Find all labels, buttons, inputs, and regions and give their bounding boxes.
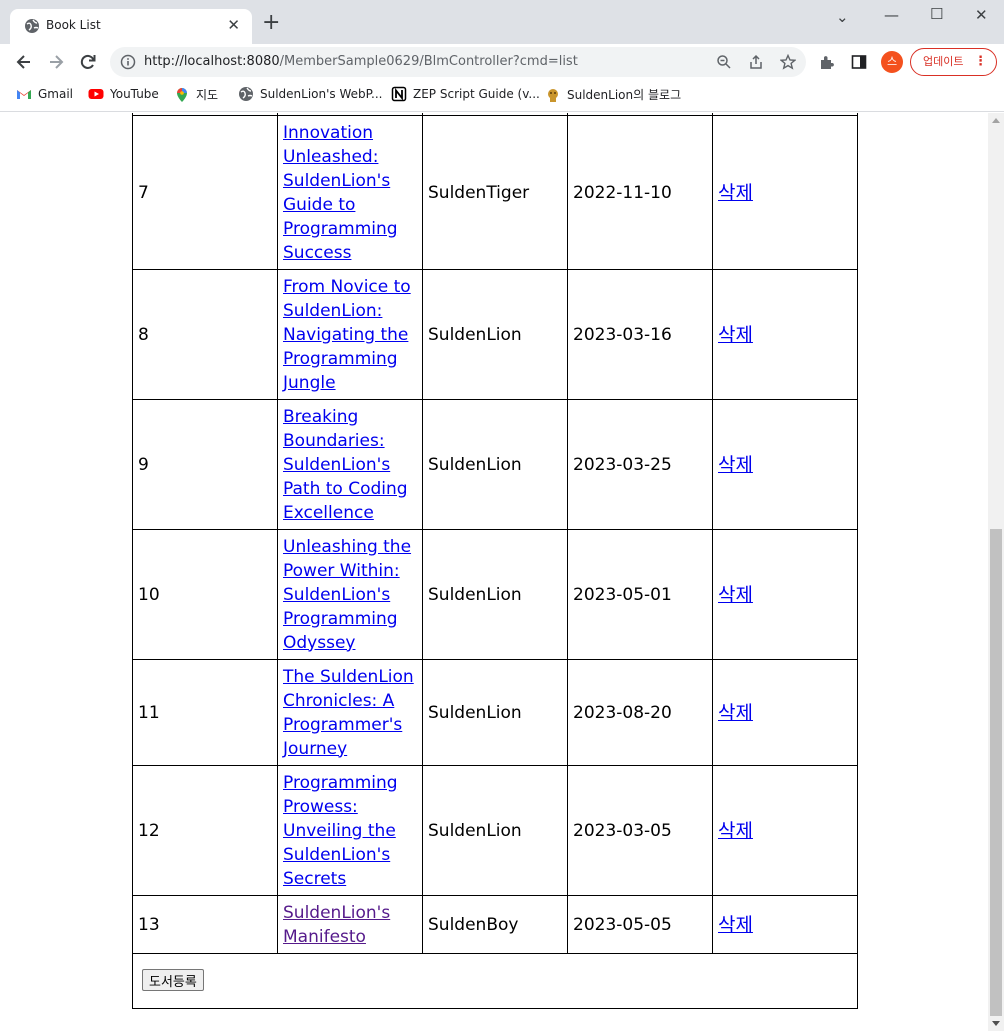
book-title-link[interactable]: Innovation Unleashed: SuldenLion's Guide…	[283, 123, 398, 263]
book-author: SuldenLion	[422, 269, 568, 400]
bookmark-label: SuldenLion의 블로그	[567, 88, 682, 102]
extensions-icon[interactable]	[819, 54, 835, 70]
table-row: 13 SuldenLion's Manifesto SuldenBoy 2023…	[132, 895, 858, 954]
book-number: 7	[132, 115, 278, 270]
bookmark-star-icon[interactable]	[780, 54, 796, 70]
book-date: 2023-05-05	[567, 895, 713, 954]
gmail-icon	[17, 90, 31, 99]
globe-icon	[239, 87, 253, 101]
delete-link[interactable]: 삭제	[718, 702, 753, 724]
vertical-scrollbar[interactable]	[988, 113, 1004, 1031]
maximize-icon[interactable]: ☐	[930, 5, 943, 23]
book-author: SuldenLion	[422, 529, 568, 660]
update-button[interactable]: 업데이트 ⋮	[910, 48, 997, 76]
book-date: 2023-05-01	[567, 529, 713, 660]
url-host: http://localhost:8080	[144, 54, 280, 69]
reload-icon[interactable]	[78, 52, 98, 72]
side-panel-icon[interactable]	[851, 54, 867, 70]
table-row: 9 Breaking Boundaries: SuldenLion's Path…	[132, 399, 858, 530]
bookmark-label: YouTube	[110, 87, 159, 101]
browser-tab[interactable]: Book List ✕	[10, 9, 252, 44]
register-book-button[interactable]: 도서등록	[142, 969, 204, 991]
book-number: 10	[132, 529, 278, 660]
back-icon[interactable]	[14, 52, 34, 72]
tab-strip: Book List ✕ + ⌄ — ☐ ✕	[0, 0, 1004, 44]
notion-icon	[391, 86, 407, 102]
delete-link[interactable]: 삭제	[718, 584, 753, 606]
menu-dots-icon: ⋮	[974, 54, 987, 69]
url-path: /MemberSample0629/BlmController?cmd=list	[279, 54, 578, 69]
address-bar[interactable]: http://localhost:8080/MemberSample0629/B…	[110, 47, 806, 77]
blog-icon	[548, 88, 558, 102]
delete-link[interactable]: 삭제	[718, 324, 753, 346]
minimize-icon[interactable]: —	[884, 6, 899, 24]
book-title-link[interactable]: SuldenLion's Manifesto	[283, 903, 390, 947]
bookmark-zep-script-guide[interactable]: ZEP Script Guide (v...	[391, 86, 540, 106]
book-list-table: 7 Innovation Unleashed: SuldenLion's Gui…	[132, 113, 858, 1009]
book-date: 2023-03-05	[567, 765, 713, 896]
share-icon[interactable]	[748, 54, 764, 70]
book-number: 9	[132, 399, 278, 530]
book-title-link[interactable]: Programming Prowess: Unveiling the Sulde…	[283, 773, 398, 889]
book-author: SuldenLion	[422, 399, 568, 530]
tab-search-icon[interactable]: ⌄	[836, 8, 849, 26]
bookmark-youtube[interactable]: YouTube	[88, 86, 159, 106]
forward-icon[interactable]	[46, 52, 66, 72]
book-author: SuldenLion	[422, 765, 568, 896]
book-author: SuldenTiger	[422, 115, 568, 270]
delete-link[interactable]: 삭제	[718, 182, 753, 204]
bookmark-suldenlion-blog[interactable]: SuldenLion의 블로그	[545, 86, 681, 106]
zoom-icon[interactable]	[716, 54, 732, 70]
site-info-icon[interactable]	[120, 54, 136, 70]
profile-avatar[interactable]: 스	[881, 51, 903, 73]
bookmarks-bar: Gmail YouTube 지도 SuldenLion's WebP... ZE…	[0, 80, 1004, 112]
book-author: SuldenLion	[422, 659, 568, 766]
book-title-link[interactable]: The SuldenLion Chronicles: A Programmer'…	[283, 667, 414, 759]
book-date: 2023-03-25	[567, 399, 713, 530]
bookmark-label: Gmail	[38, 87, 74, 101]
book-number: 11	[132, 659, 278, 766]
book-date: 2023-03-16	[567, 269, 713, 400]
delete-link[interactable]: 삭제	[718, 454, 753, 476]
bookmark-maps[interactable]: 지도	[174, 86, 218, 106]
delete-link[interactable]: 삭제	[718, 914, 753, 936]
new-tab-icon[interactable]: +	[262, 12, 280, 34]
bookmark-label: 지도	[196, 88, 219, 102]
book-number: 12	[132, 765, 278, 896]
scroll-up-icon[interactable]	[992, 118, 1000, 123]
table-row: 8 From Novice to SuldenLion: Navigating …	[132, 269, 858, 400]
scroll-down-icon[interactable]	[992, 1021, 1000, 1026]
page-viewport: 7 Innovation Unleashed: SuldenLion's Gui…	[0, 113, 988, 1031]
bookmark-label: SuldenLion's WebP...	[260, 87, 383, 101]
book-title-link[interactable]: Breaking Boundaries: SuldenLion's Path t…	[283, 407, 408, 523]
table-row: 11 The SuldenLion Chronicles: A Programm…	[132, 659, 858, 766]
book-date: 2022-11-10	[567, 115, 713, 270]
bookmark-suldenlion-webpage[interactable]: SuldenLion's WebP...	[238, 86, 382, 106]
table-row: 7 Innovation Unleashed: SuldenLion's Gui…	[132, 115, 858, 270]
bookmark-gmail[interactable]: Gmail	[16, 86, 73, 106]
delete-link[interactable]: 삭제	[718, 820, 753, 842]
table-row: 10 Unleashing the Power Within: SuldenLi…	[132, 529, 858, 660]
url-text[interactable]: http://localhost:8080/MemberSample0629/B…	[144, 54, 578, 69]
update-label: 업데이트	[923, 55, 964, 68]
book-title-link[interactable]: Unleashing the Power Within: SuldenLion'…	[283, 537, 411, 653]
close-tab-icon[interactable]: ✕	[227, 16, 240, 34]
book-number: 13	[132, 895, 278, 954]
table-row: 12 Programming Prowess: Unveiling the Su…	[132, 765, 858, 896]
tab-title: Book List	[46, 18, 101, 32]
book-date: 2023-08-20	[567, 659, 713, 766]
globe-icon	[25, 19, 39, 33]
book-number: 8	[132, 269, 278, 400]
window-close-icon[interactable]: ✕	[975, 6, 988, 24]
table-footer-row: 도서등록	[132, 953, 858, 1009]
bookmark-label: ZEP Script Guide (v...	[413, 87, 540, 101]
browser-toolbar: http://localhost:8080/MemberSample0629/B…	[0, 44, 1004, 80]
maps-icon	[177, 87, 187, 102]
book-title-link[interactable]: From Novice to SuldenLion: Navigating th…	[283, 277, 411, 393]
youtube-icon	[88, 89, 104, 99]
scrollbar-thumb[interactable]	[990, 529, 1002, 1016]
book-author: SuldenBoy	[422, 895, 568, 954]
